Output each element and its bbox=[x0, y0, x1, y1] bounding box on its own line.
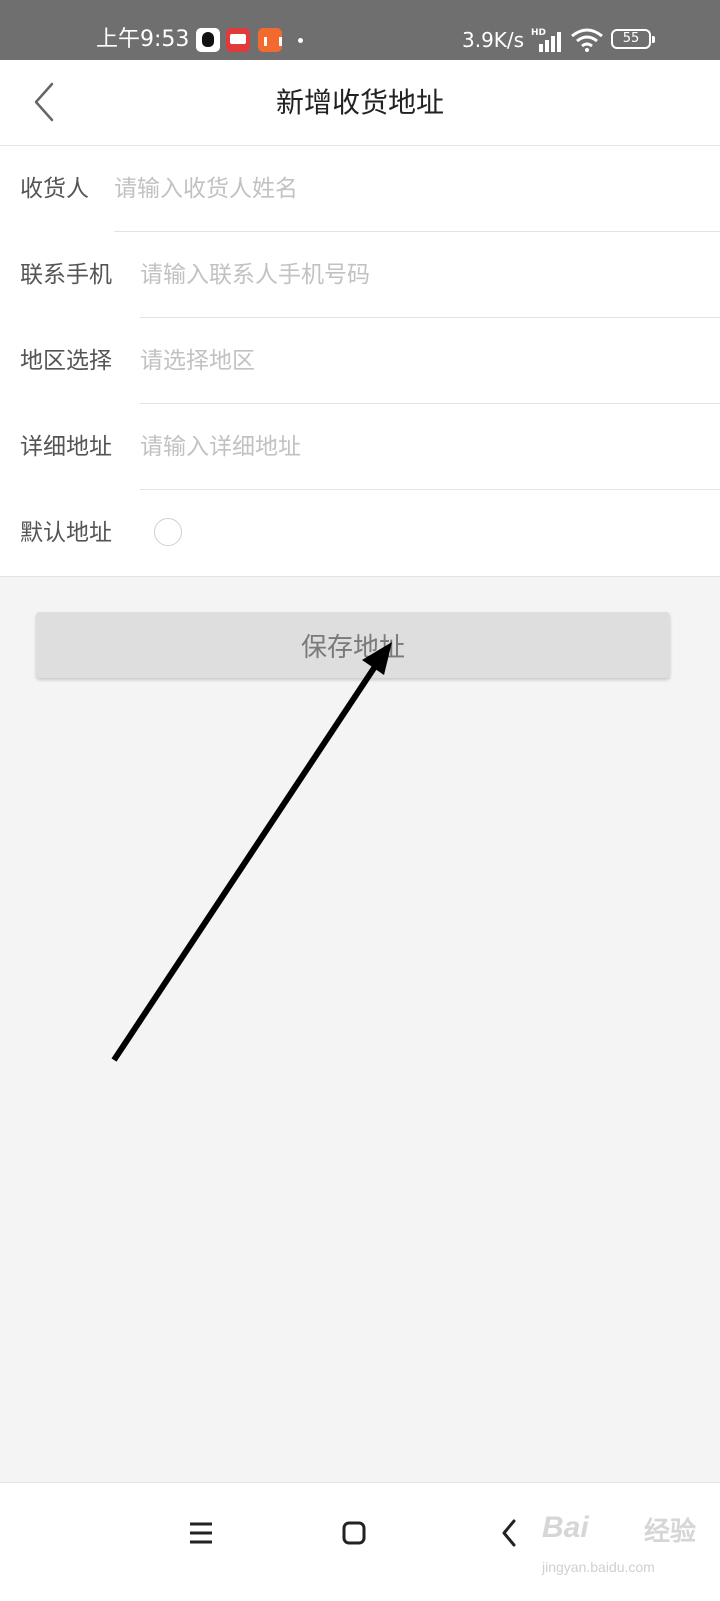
system-nav-bar: Bai 经验 jingyan.baidu.com bbox=[0, 1482, 720, 1601]
receiver-label: 收货人 bbox=[20, 176, 89, 202]
home-icon[interactable] bbox=[328, 1505, 384, 1561]
wifi-icon bbox=[571, 28, 603, 52]
back-button[interactable] bbox=[24, 80, 68, 124]
region-row: 地区选择 bbox=[0, 318, 720, 404]
save-address-button[interactable]: 保存地址 bbox=[36, 612, 670, 678]
status-bar: 上午9:53 3.9K/s HD 55 bbox=[0, 0, 720, 60]
back-chevron-icon bbox=[34, 82, 54, 122]
address-form: 收货人 联系手机 地区选择 详细地址 默认地址 bbox=[0, 146, 720, 577]
phone-row: 联系手机 bbox=[0, 232, 720, 318]
baidu-watermark: Bai 经验 jingyan.baidu.com bbox=[540, 1495, 710, 1595]
default-address-radio[interactable] bbox=[154, 518, 182, 546]
signal-hd-label: HD bbox=[531, 28, 547, 38]
qq-icon bbox=[196, 28, 220, 52]
notification-dot-icon bbox=[298, 38, 303, 43]
watermark-brand-cn: 经验 bbox=[644, 1517, 697, 1547]
app-icon bbox=[258, 28, 282, 52]
page-title: 新增收货地址 bbox=[275, 86, 444, 119]
detail-row: 详细地址 bbox=[0, 404, 720, 490]
phone-input[interactable] bbox=[140, 232, 700, 318]
default-row: 默认地址 bbox=[0, 490, 720, 576]
default-label: 默认地址 bbox=[20, 520, 112, 546]
watermark-url: jingyan.baidu.com bbox=[542, 1559, 655, 1575]
receiver-row: 收货人 bbox=[0, 146, 720, 232]
toutiao-icon bbox=[226, 28, 250, 52]
status-time: 上午9:53 bbox=[96, 27, 190, 52]
header: 新增收货地址 bbox=[0, 60, 720, 146]
detail-input[interactable] bbox=[140, 404, 700, 490]
network-speed: 3.9K/s bbox=[462, 28, 525, 52]
battery-level: 55 bbox=[622, 31, 640, 46]
back-icon[interactable] bbox=[482, 1505, 538, 1561]
region-label: 地区选择 bbox=[20, 348, 112, 374]
signal-icon: HD bbox=[531, 28, 563, 52]
receiver-input[interactable] bbox=[114, 146, 694, 232]
watermark-brand: Bai bbox=[542, 1511, 589, 1544]
battery-icon: 55 bbox=[611, 29, 655, 49]
detail-label: 详细地址 bbox=[20, 434, 112, 460]
phone-label: 联系手机 bbox=[20, 262, 112, 288]
region-select[interactable] bbox=[140, 318, 700, 404]
menu-icon[interactable] bbox=[174, 1505, 230, 1561]
